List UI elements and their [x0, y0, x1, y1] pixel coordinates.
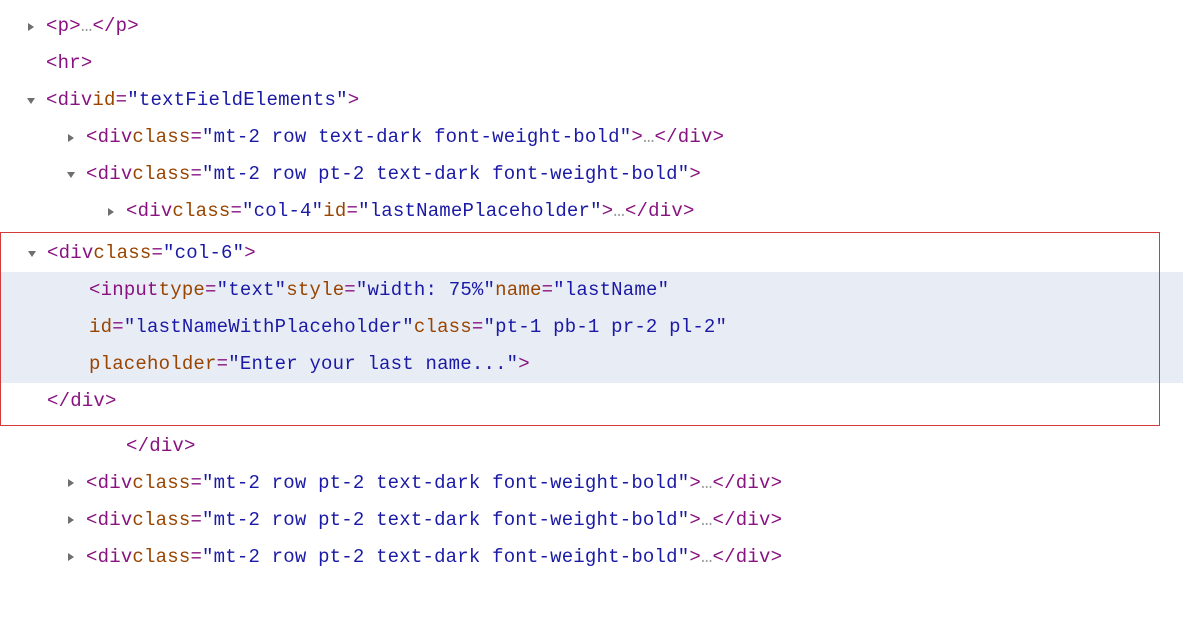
node-div-col6-open[interactable]: <div class="col-6"> [1, 235, 1159, 272]
node-p-collapsed[interactable]: <p>…</p> [0, 8, 1184, 45]
expand-icon[interactable] [24, 20, 38, 34]
node-div-row5-collapsed[interactable]: <div class="mt-2 row pt-2 text-dark font… [0, 539, 1184, 576]
ellipsis[interactable]: … [643, 119, 655, 156]
node-div-row3-collapsed[interactable]: <div class="mt-2 row pt-2 text-dark font… [0, 465, 1184, 502]
node-div-col6-close[interactable]: </div> [1, 383, 1159, 420]
expand-icon[interactable] [64, 513, 78, 527]
collapse-icon[interactable] [64, 168, 78, 182]
collapse-icon[interactable] [24, 94, 38, 108]
ellipsis[interactable]: … [701, 465, 713, 502]
ellipsis[interactable]: … [701, 502, 713, 539]
collapse-icon[interactable] [25, 247, 39, 261]
expand-icon[interactable] [64, 476, 78, 490]
node-div-col4-collapsed[interactable]: <div class="col-4" id="lastNamePlacehold… [0, 193, 1184, 230]
expand-icon[interactable] [64, 131, 78, 145]
ellipsis[interactable]: … [613, 193, 625, 230]
expand-icon[interactable] [64, 550, 78, 564]
node-div-row2-open[interactable]: <div class="mt-2 row pt-2 text-dark font… [0, 156, 1184, 193]
node-div-row2-close[interactable]: </div> [0, 428, 1184, 465]
expand-icon[interactable] [104, 205, 118, 219]
node-input-selected[interactable]: <input type="text" style="width: 75%" na… [1, 272, 1159, 383]
node-div-row4-collapsed[interactable]: <div class="mt-2 row pt-2 text-dark font… [0, 502, 1184, 539]
highlighted-selection-box: <div class="col-6"> <input type="text" s… [0, 232, 1160, 425]
node-div-row1-collapsed[interactable]: <div class="mt-2 row text-dark font-weig… [0, 119, 1184, 156]
ellipsis[interactable]: … [701, 539, 713, 576]
node-div-textfieldelements[interactable]: <div id="textFieldElements"> [0, 82, 1184, 119]
ellipsis[interactable]: … [81, 8, 93, 45]
node-hr[interactable]: <hr> [0, 45, 1184, 82]
